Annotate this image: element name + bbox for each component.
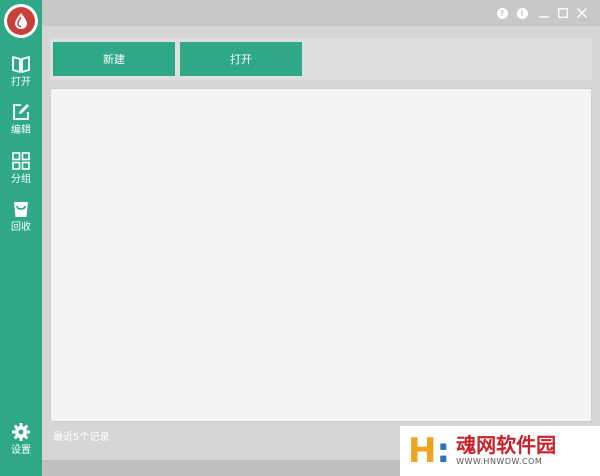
sidebar-item-edit[interactable]: 编辑 [0,98,42,144]
maximize-button[interactable] [555,5,571,21]
recent-records-list[interactable] [50,88,592,422]
minimize-button[interactable] [536,5,552,21]
blood-drop-icon [7,7,35,35]
new-button[interactable]: 新建 [53,42,175,76]
sidebar-item-label: 回收 [11,222,31,233]
help-button[interactable]: ? [494,5,510,21]
recent-records-label: 最近5个记录 [53,432,110,443]
app-logo [4,4,38,38]
sidebar-item-label: 编辑 [11,125,31,136]
gear-icon [12,423,30,441]
info-icon: i [516,7,528,19]
watermark-logo: H: [408,431,451,471]
edit-icon [13,104,29,120]
sidebar-item-group[interactable]: 分组 [0,147,42,193]
close-button[interactable] [574,5,590,21]
recycle-bag-icon [14,202,28,217]
sidebar-item-label: 打开 [11,77,31,88]
grid-icon [12,152,30,170]
sidebar: 打开 编辑 分组 回收 设置 [0,0,42,476]
toolbar: 新建 打开 [50,38,592,80]
watermark-url: WWW.HNWDW.COM [456,457,543,466]
sidebar-item-label: 设置 [11,445,31,456]
sidebar-item-settings[interactable]: 设置 [0,418,42,464]
sidebar-item-recycle[interactable]: 回收 [0,195,42,241]
open-button[interactable]: 打开 [180,42,302,76]
maximize-icon [558,8,568,18]
watermark: H: 魂网软件园 WWW.HNWDW.COM [400,426,600,476]
close-icon [577,8,587,18]
sidebar-item-label: 分组 [11,174,31,185]
book-open-icon [12,56,30,73]
watermark-title: 魂网软件园 [456,433,557,457]
title-bar: ? i [42,0,600,26]
info-button[interactable]: i [514,5,530,21]
main-content: 新建 打开 最近5个记录 [42,26,600,460]
help-icon: ? [496,7,508,19]
minimize-icon [539,16,549,18]
sidebar-item-open[interactable]: 打开 [0,50,42,96]
